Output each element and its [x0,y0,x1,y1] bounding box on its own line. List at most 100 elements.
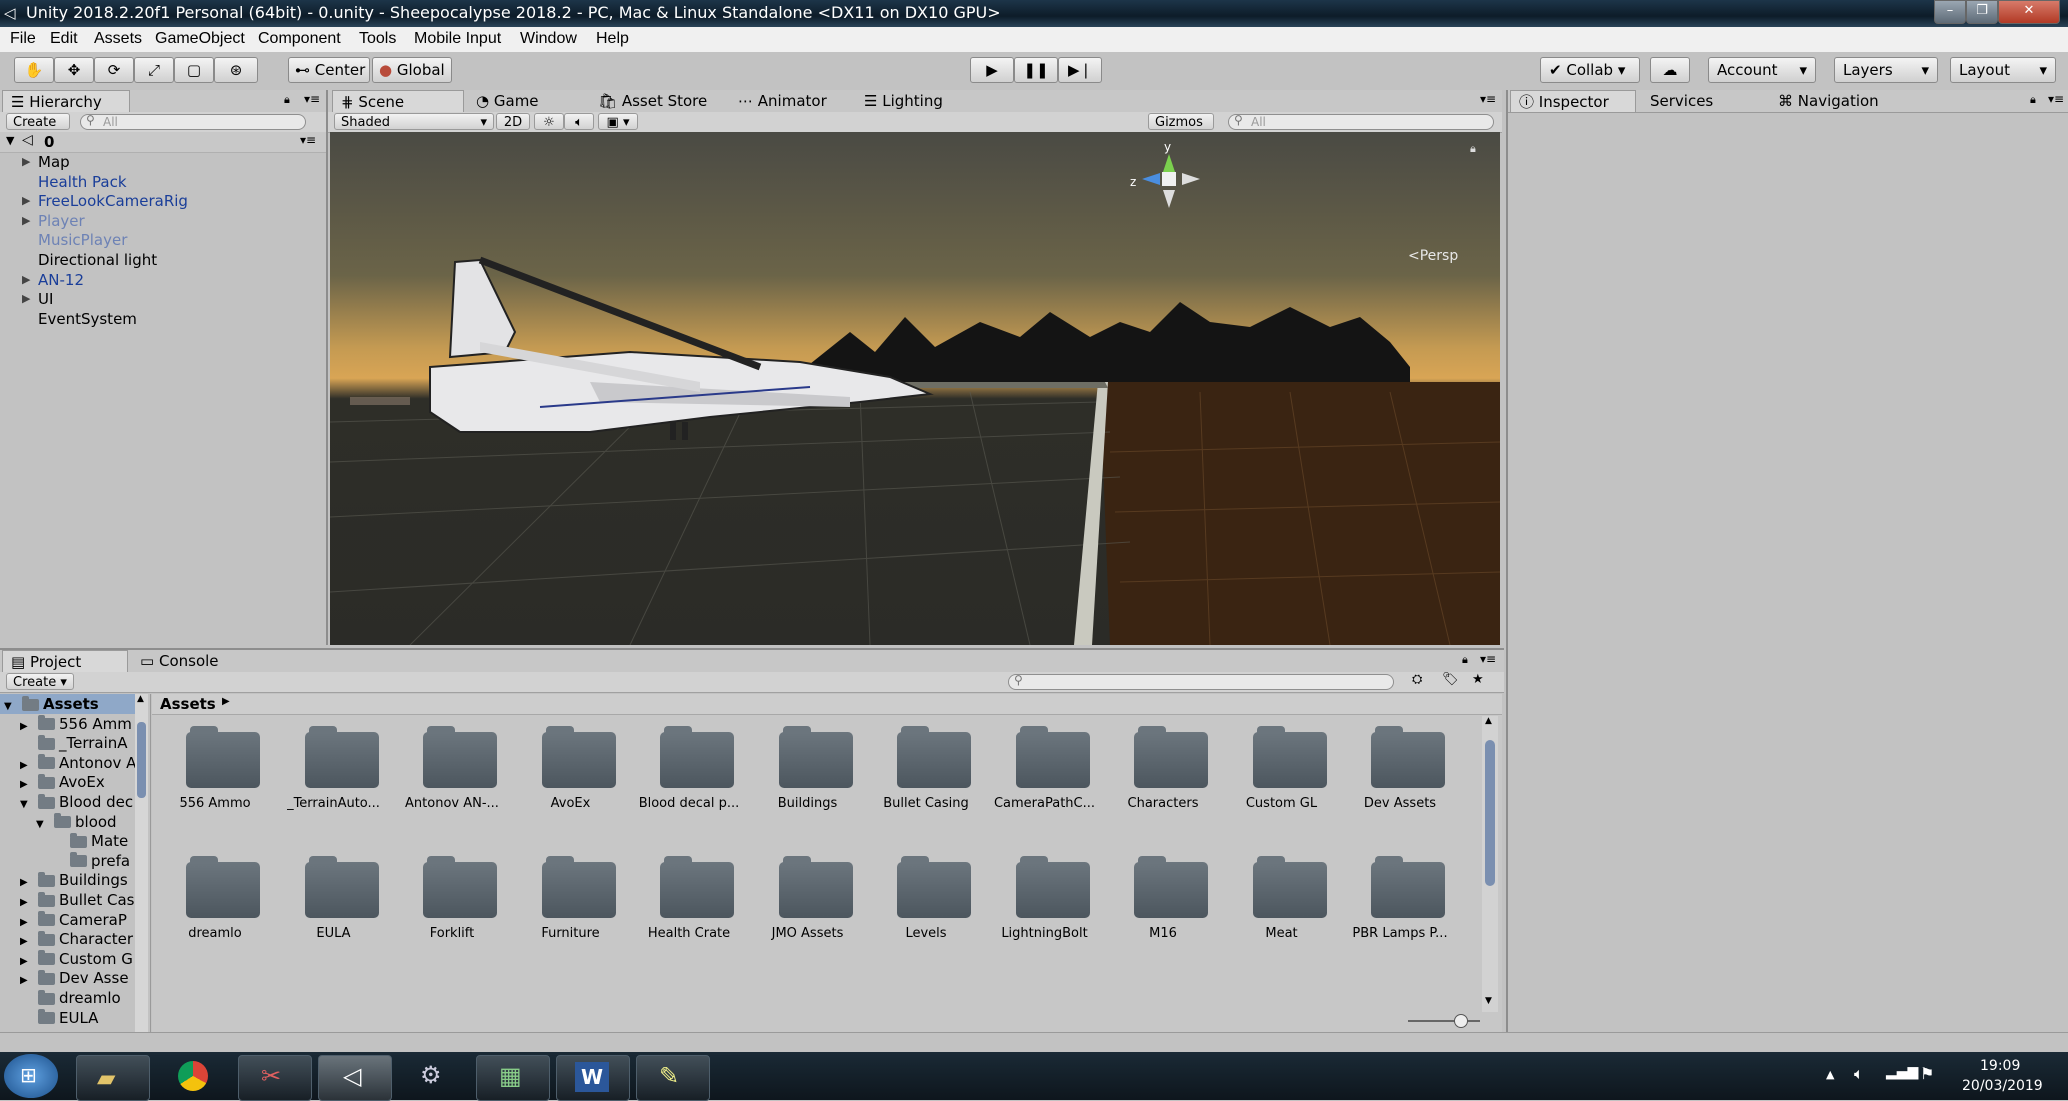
asset-folder[interactable]: Meat [1223,846,1341,956]
tab-hierarchy[interactable]: ☰ Hierarchy [2,90,130,112]
scale-tool-button[interactable]: ⤢ [134,57,174,83]
start-button[interactable]: ⊞ [4,1054,58,1098]
taskbar-monitor[interactable]: ▦ [476,1055,550,1101]
taskbar-explorer[interactable]: ▰ [76,1055,150,1101]
asset-folder[interactable]: Custom GL [1223,716,1341,826]
persp-label[interactable]: <Persp [1408,248,1458,264]
expand-arrow-icon[interactable]: ▶ [22,214,30,227]
asset-folder[interactable]: EULA [275,846,393,956]
hierarchy-item[interactable]: Map [38,152,70,172]
scroll-up-icon[interactable]: ▲ [137,694,144,704]
hierarchy-item[interactable]: EventSystem [38,309,137,329]
step-button[interactable]: ▶❘ [1058,57,1102,83]
project-tree-row[interactable]: ▶ CameraP [0,910,135,930]
menu-window[interactable]: Window [520,30,577,48]
hierarchy-search-input[interactable]: All [80,114,306,130]
project-tree-row[interactable]: ▶ Dev Asse [0,968,135,988]
project-tree-row[interactable]: ▶ Buildings [0,870,135,890]
flag-icon[interactable]: ⚑ [1920,1064,1934,1083]
taskbar-word[interactable]: W [556,1055,630,1101]
menu-file[interactable]: File [10,30,36,48]
project-tree-row[interactable]: _TerrainA [0,733,135,753]
play-button[interactable]: ▶ [970,57,1014,83]
taskbar-notepad[interactable]: ✎ [636,1055,710,1101]
project-tree-row[interactable]: ▶ Antonov A [0,753,136,773]
menu-help[interactable]: Help [596,30,629,48]
content-scrollbar[interactable]: ▲ ▼ [1482,716,1498,1012]
panel-menu-icon[interactable]: ▾≡ [1480,92,1496,106]
project-tree-row[interactable]: ▶ AvoEx [0,772,135,792]
project-tree-row[interactable]: Mate [0,831,135,851]
panel-menu-icon[interactable]: ▾≡ [2048,92,2064,106]
hierarchy-item[interactable]: Health Pack [38,172,127,192]
menu-component[interactable]: Component [258,30,341,48]
lock-icon[interactable]: 🔒︎ [284,93,290,107]
tab-project[interactable]: ▤ Project [2,650,128,672]
hierarchy-item[interactable]: Player [38,211,85,231]
hand-tool-button[interactable]: ✋ [14,57,54,83]
favorite-star-icon[interactable]: ★ [1472,672,1484,687]
menu-tools[interactable]: Tools [359,30,396,48]
project-tree-row[interactable]: ▶ 556 Amm [0,714,135,734]
collab-dropdown[interactable]: ✔ Collab ▾ [1540,57,1640,83]
tree-scrollbar[interactable]: ▲ [135,694,148,1034]
asset-folder[interactable]: Furniture [512,846,630,956]
hierarchy-item[interactable]: MusicPlayer [38,230,127,250]
asset-folder[interactable]: Blood decal p... [630,716,748,826]
scroll-down-icon[interactable]: ▼ [1485,996,1492,1006]
maximize-button[interactable]: ❐ [1966,0,1998,24]
rect-tool-button[interactable]: ▢ [174,57,214,83]
shading-dropdown[interactable]: Shaded ▾ [334,113,494,130]
tab-animator[interactable]: ⋯ Animator [730,90,860,112]
menu-edit[interactable]: Edit [50,30,78,48]
tab-console[interactable]: ▭ Console [132,650,242,672]
tab-navigation[interactable]: ⌘ Navigation [1770,90,1920,112]
asset-folder[interactable]: 556 Ammo [156,716,274,826]
tray-arrow-icon[interactable]: ▲ [1826,1068,1834,1081]
lighting-toggle[interactable]: ☼ [534,113,564,130]
tab-services[interactable]: Services [1642,90,1752,112]
tab-lighting[interactable]: ☰ Lighting [856,90,976,112]
minimize-button[interactable]: – [1934,0,1966,24]
hierarchy-item[interactable]: UI [38,289,53,309]
layout-dropdown[interactable]: Layout ▾ [1950,57,2056,83]
menu-gameobject[interactable]: GameObject [155,30,245,48]
move-tool-button[interactable]: ✥ [54,57,94,83]
menu-mobile-input[interactable]: Mobile Input [414,30,501,48]
asset-folder[interactable]: Health Crate [630,846,748,956]
expand-arrow-icon[interactable]: ▶ [22,273,30,286]
close-button[interactable]: ✕ [1998,0,2060,24]
asset-folder[interactable]: dreamlo [156,846,274,956]
project-tree-row[interactable]: EULA [0,1008,135,1028]
hierarchy-item[interactable]: FreeLookCameraRig [38,191,188,211]
asset-folder[interactable]: M16 [1104,846,1222,956]
project-tree-row[interactable]: ▶ Character [0,929,135,949]
slider-handle[interactable] [1454,1014,1468,1028]
rotate-tool-button[interactable]: ⟳ [94,57,134,83]
pause-button[interactable]: ❚❚ [1014,57,1058,83]
filter-label-icon[interactable]: 🏷︎ [1442,672,1459,687]
effects-toggle[interactable]: ▣ ▾ [598,113,638,130]
account-dropdown[interactable]: Account ▾ [1708,57,1816,83]
expand-arrow-icon[interactable]: ▶ [22,292,30,305]
tab-inspector[interactable]: ⓘ Inspector [1510,90,1636,112]
lock-icon[interactable]: 🔒︎ [1462,653,1468,667]
project-tree-row[interactable]: ▶ Custom G [0,949,135,969]
panel-menu-icon[interactable]: ▾≡ [1480,652,1496,666]
pivot-global-button[interactable]: ● Global [372,57,452,83]
icon-size-slider[interactable] [1408,1020,1480,1022]
panel-menu-icon[interactable]: ▾≡ [304,92,320,106]
taskbar-unity[interactable]: ◁ [318,1055,392,1101]
volume-icon[interactable]: 🔈︎ [1854,1064,1864,1084]
taskbar-steam[interactable]: ⚙ [398,1055,470,1099]
project-tree-row[interactable]: dreamlo [0,988,135,1008]
clock-time[interactable]: 19:09 [1980,1058,2020,1074]
hierarchy-item[interactable]: Directional light [38,250,157,270]
scene-viewport[interactable]: y z 🔒︎ <Persp [330,132,1500,645]
asset-folder[interactable]: Dev Assets [1341,716,1459,826]
expand-arrow-icon[interactable]: ▶ [22,194,30,207]
view-gizmo[interactable]: y z [1130,140,1200,222]
project-tree-row[interactable]: ▶ Bullet Cas [0,890,135,910]
lock-icon[interactable]: 🔒︎ [2030,93,2036,107]
clock-date[interactable]: 20/03/2019 [1962,1078,2043,1094]
